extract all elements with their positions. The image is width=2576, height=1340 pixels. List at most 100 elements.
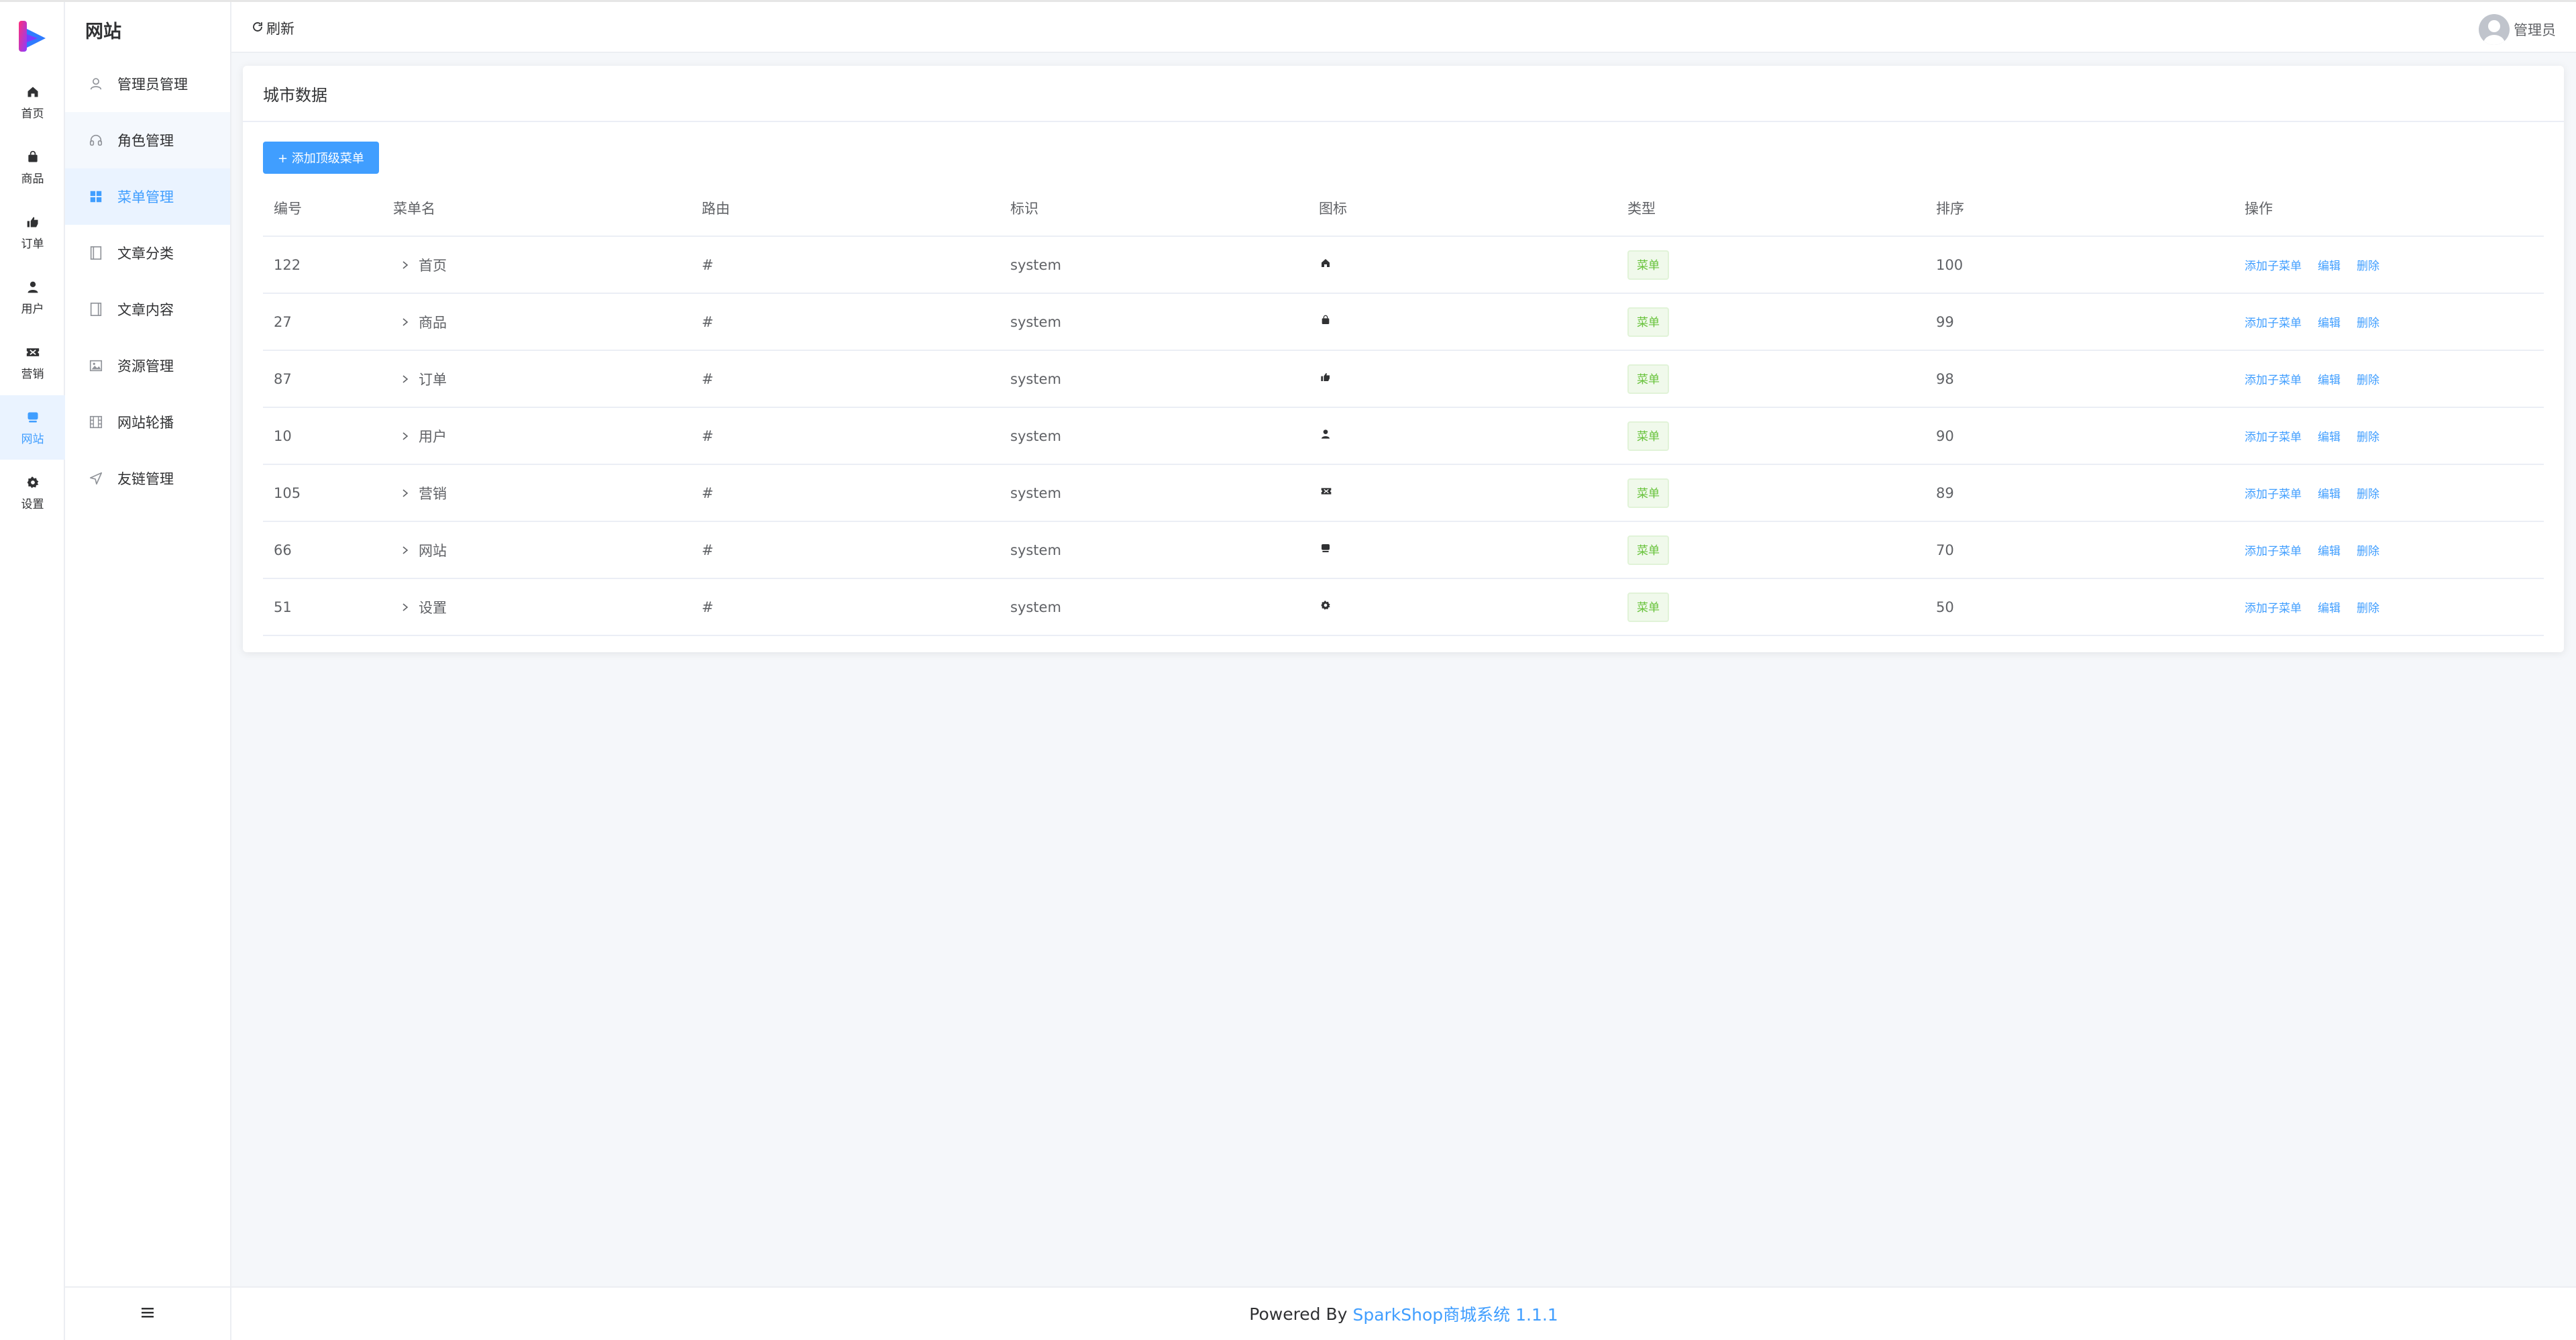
rail-item-label: 网站 [21,432,44,446]
add-child-menu-link[interactable]: 添加子菜单 [2245,602,2302,615]
cell-id: 122 [263,236,382,294]
order-icon [25,214,41,230]
refresh-button[interactable]: 刷新 [252,18,294,38]
user-name: 管理员 [2514,22,2556,38]
column-header: 标识 [1000,180,1308,237]
rail-item-4[interactable]: 营销 [0,330,65,395]
expand-chevron-icon[interactable] [398,315,412,329]
submenu-item-0[interactable]: 管理员管理 [65,56,230,112]
edit-link[interactable]: 编辑 [2318,374,2341,387]
cell-sort: 100 [1925,236,2234,294]
column-header: 编号 [263,180,382,237]
table-row: 87 订单 # system 菜单 98 添加子菜单 编辑 删除 [263,350,2544,408]
expand-chevron-icon[interactable] [398,258,412,272]
cell-route: # [691,464,1000,522]
add-child-menu-link[interactable]: 添加子菜单 [2245,431,2302,444]
cell-actions: 添加子菜单 编辑 删除 [2234,293,2544,351]
expand-chevron-icon[interactable] [398,601,412,614]
rail-item-label: 首页 [21,107,44,121]
edit-link[interactable]: 编辑 [2318,602,2341,615]
submenu-item-5[interactable]: 资源管理 [65,338,230,394]
app-logo[interactable] [16,19,50,54]
submenu-item-7[interactable]: 友链管理 [65,450,230,507]
cell-tag: system [1000,350,1308,408]
rail-item-1[interactable]: 商品 [0,135,65,199]
ticket-icon [25,344,41,360]
avatar [2479,14,2510,45]
collapse-menu-button[interactable] [65,1286,230,1340]
rail-item-5[interactable]: 网站 [0,395,65,460]
rail-item-3[interactable]: 用户 [0,265,65,329]
type-badge: 菜单 [1627,592,1669,622]
cell-actions: 添加子菜单 编辑 删除 [2234,407,2544,465]
expand-chevron-icon[interactable] [398,544,412,557]
type-badge: 菜单 [1627,478,1669,508]
table-row: 27 商品 # system 菜单 99 添加子菜单 编辑 删除 [263,293,2544,351]
refresh-label: 刷新 [266,21,294,37]
cell-id: 105 [263,464,382,522]
content-card: 城市数据 + 添加顶级菜单 编号 菜单名 路由 标识 图标 类型 排序 操作 1… [243,66,2564,652]
type-badge: 菜单 [1627,535,1669,565]
type-badge: 菜单 [1627,364,1669,394]
menu-name: 订单 [419,371,447,388]
submenu-item-4[interactable]: 文章内容 [65,281,230,338]
user-icon [25,279,41,295]
submenu-item-3[interactable]: 文章分类 [65,225,230,281]
cell-icon [1308,293,1617,351]
edit-link[interactable]: 编辑 [2318,545,2341,558]
cell-tag: system [1000,578,1308,636]
rail-item-6[interactable]: 设置 [0,460,65,525]
edit-link[interactable]: 编辑 [2318,317,2341,330]
column-header: 图标 [1308,180,1617,237]
delete-link[interactable]: 删除 [2357,260,2379,273]
add-child-menu-link[interactable]: 添加子菜单 [2245,488,2302,501]
cell-actions: 添加子菜单 编辑 删除 [2234,578,2544,636]
footer-link[interactable]: SparkShop商城系统 1.1.1 [1352,1302,1558,1326]
expand-chevron-icon[interactable] [398,429,412,443]
user-menu[interactable]: 管理员 [2479,14,2556,45]
add-child-menu-link[interactable]: 添加子菜单 [2245,260,2302,273]
edit-link[interactable]: 编辑 [2318,488,2341,501]
submenu-item-2[interactable]: 菜单管理 [65,168,230,225]
card-title: 城市数据 [263,86,327,105]
rail-item-0[interactable]: 首页 [0,70,65,134]
edit-link[interactable]: 编辑 [2318,431,2341,444]
add-child-menu-link[interactable]: 添加子菜单 [2245,545,2302,558]
bag-icon [1320,315,1331,325]
cell-type: 菜单 [1617,578,1925,636]
cell-tag: system [1000,293,1308,351]
rail-item-2[interactable]: 订单 [0,200,65,264]
delete-link[interactable]: 删除 [2357,431,2379,444]
add-top-menu-button[interactable]: + 添加顶级菜单 [263,142,379,174]
table-header-row: 编号 菜单名 路由 标识 图标 类型 排序 操作 [263,180,2544,237]
submenu-item-6[interactable]: 网站轮播 [65,394,230,450]
cell-icon [1308,350,1617,408]
cell-actions: 添加子菜单 编辑 删除 [2234,464,2544,522]
table-row: 122 首页 # system 菜单 100 添加子菜单 编辑 删除 [263,236,2544,294]
cell-icon [1308,521,1617,579]
delete-link[interactable]: 删除 [2357,602,2379,615]
home-icon [1320,258,1331,268]
delete-link[interactable]: 删除 [2357,374,2379,387]
order-icon [1320,372,1331,382]
submenu-item-1[interactable]: 角色管理 [65,112,230,168]
edit-link[interactable]: 编辑 [2318,260,2341,273]
rail-item-label: 设置 [21,497,44,511]
column-header: 菜单名 [382,180,691,237]
delete-link[interactable]: 删除 [2357,317,2379,330]
submenu-item-label: 菜单管理 [117,189,174,205]
delete-link[interactable]: 删除 [2357,488,2379,501]
home-icon [25,84,41,100]
expand-chevron-icon[interactable] [398,486,412,500]
bag-icon [25,149,41,165]
gear-icon [1320,600,1331,611]
rail-item-label: 营销 [21,367,44,381]
expand-chevron-icon[interactable] [398,372,412,386]
film-icon [88,414,104,430]
add-child-menu-link[interactable]: 添加子菜单 [2245,317,2302,330]
delete-link[interactable]: 删除 [2357,545,2379,558]
type-badge: 菜单 [1627,307,1669,337]
add-child-menu-link[interactable]: 添加子菜单 [2245,374,2302,387]
cell-name: 设置 [382,578,691,636]
cell-tag: system [1000,464,1308,522]
